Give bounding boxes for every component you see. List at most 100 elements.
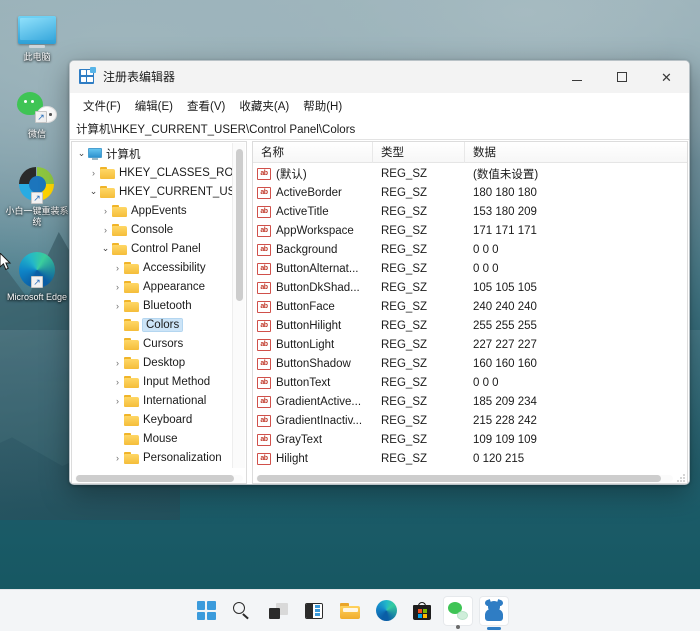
- tree-node[interactable]: ⌄计算机: [72, 144, 232, 163]
- tree-node[interactable]: ›Accessibility: [72, 258, 232, 277]
- menu-item-view[interactable]: 查看(V): [180, 95, 232, 117]
- column-header-type[interactable]: 类型: [373, 142, 465, 163]
- tree-node[interactable]: Keyboard: [72, 410, 232, 429]
- registry-editor-window[interactable]: 注册表编辑器 ✕ 文件(F) 编辑(E) 查看(V) 收藏夹(A) 帮助(H) …: [69, 60, 690, 485]
- folder-icon: [100, 186, 115, 198]
- chevron-right-icon[interactable]: ›: [111, 372, 124, 391]
- table-row[interactable]: abButtonAlternat...REG_SZ0 0 0: [253, 259, 687, 278]
- window-titlebar[interactable]: 注册表编辑器 ✕: [70, 61, 689, 93]
- windows-start-icon: [197, 601, 216, 620]
- desktop-icon-wechat[interactable]: ↗ 微信: [0, 85, 74, 140]
- table-row[interactable]: abButtonTextREG_SZ0 0 0: [253, 373, 687, 392]
- taskbar-item-search[interactable]: [227, 596, 257, 626]
- chevron-right-icon[interactable]: ›: [111, 391, 124, 410]
- cell-type: REG_SZ: [380, 320, 472, 332]
- table-row[interactable]: abGradientActive...REG_SZ185 209 234: [253, 392, 687, 411]
- maximize-button[interactable]: [599, 61, 644, 93]
- tree-line: [111, 429, 124, 448]
- table-row[interactable]: abActiveBorderREG_SZ180 180 180: [253, 183, 687, 202]
- tree-node[interactable]: ›Appearance: [72, 277, 232, 296]
- cell-data: 105 105 105: [472, 282, 687, 294]
- cell-name: ButtonLight: [276, 339, 380, 351]
- taskbar-item-microsoft-edge[interactable]: [371, 596, 401, 626]
- tree-node[interactable]: ›Desktop: [72, 353, 232, 372]
- table-row[interactable]: abHilightREG_SZ0 120 215: [253, 449, 687, 468]
- string-value-icon: ab: [257, 358, 271, 370]
- table-row[interactable]: abActiveTitleREG_SZ153 180 209: [253, 202, 687, 221]
- table-row[interactable]: abButtonLightREG_SZ227 227 227: [253, 335, 687, 354]
- registry-tree-pane[interactable]: ⌄计算机›HKEY_CLASSES_ROOT⌄HKEY_CURRENT_USER…: [71, 141, 247, 484]
- taskbar-item-registry-editor[interactable]: [479, 596, 509, 626]
- chevron-right-icon[interactable]: ›: [111, 277, 124, 296]
- tree-node[interactable]: ›Input Method: [72, 372, 232, 391]
- cell-name: (默认): [276, 166, 380, 182]
- column-header-data[interactable]: 数据: [465, 142, 687, 163]
- tree-node[interactable]: ›Personalization: [72, 448, 232, 467]
- address-bar[interactable]: 计算机\HKEY_CURRENT_USER\Control Panel\Colo…: [70, 119, 689, 140]
- table-row[interactable]: abButtonHilightREG_SZ255 255 255: [253, 316, 687, 335]
- computer-icon: [88, 148, 102, 160]
- table-row[interactable]: abButtonFaceREG_SZ240 240 240: [253, 297, 687, 316]
- menu-item-edit[interactable]: 编辑(E): [128, 95, 180, 117]
- tree-node[interactable]: ›AppEvents: [72, 201, 232, 220]
- tree-node[interactable]: ⌄HKEY_CURRENT_USER: [72, 182, 232, 201]
- content-panes: ⌄计算机›HKEY_CLASSES_ROOT⌄HKEY_CURRENT_USER…: [70, 140, 689, 484]
- desktop-icon-this-pc[interactable]: 此电脑: [0, 8, 74, 63]
- desktop-icon-xiaobai-reinstall[interactable]: ↗ 小白一键重装系统: [0, 162, 74, 228]
- taskbar-item-file-explorer[interactable]: [335, 596, 365, 626]
- tree-horizontal-scrollbar[interactable]: [72, 469, 246, 483]
- cell-name: ActiveBorder: [276, 187, 380, 199]
- chevron-down-icon[interactable]: ⌄: [87, 182, 100, 201]
- tree-node[interactable]: Mouse: [72, 429, 232, 448]
- desktop[interactable]: 此电脑 ↗ 微信 ↗ 小白一键重装系统 ↗: [0, 0, 700, 631]
- chevron-right-icon[interactable]: ›: [111, 448, 124, 467]
- tree-scrollbar-thumb[interactable]: [236, 149, 243, 301]
- tree-node[interactable]: ⌄Control Panel: [72, 239, 232, 258]
- menu-item-file[interactable]: 文件(F): [76, 95, 128, 117]
- folder-icon: [124, 433, 139, 445]
- chevron-down-icon[interactable]: ⌄: [99, 239, 112, 258]
- table-row[interactable]: abGrayTextREG_SZ109 109 109: [253, 430, 687, 449]
- tree-node[interactable]: ›Console: [72, 220, 232, 239]
- tree-node[interactable]: ›HKEY_CLASSES_ROOT: [72, 163, 232, 182]
- tree-node[interactable]: Colors: [72, 315, 232, 334]
- menu-item-help[interactable]: 帮助(H): [296, 95, 349, 117]
- resize-grip[interactable]: [676, 473, 685, 482]
- tree-node[interactable]: › Bluetooth: [72, 296, 232, 315]
- cell-name: ButtonShadow: [276, 358, 380, 370]
- chevron-right-icon[interactable]: ›: [87, 163, 100, 182]
- registry-tree: ⌄计算机›HKEY_CLASSES_ROOT⌄HKEY_CURRENT_USER…: [72, 142, 232, 469]
- list-horizontal-scrollbar[interactable]: [253, 469, 687, 483]
- tree-node-label: Bluetooth: [143, 300, 192, 312]
- chevron-down-icon[interactable]: ⌄: [75, 144, 88, 163]
- taskbar-item-start[interactable]: [191, 596, 221, 626]
- registry-values-pane[interactable]: 名称 类型 数据 ab(默认)REG_SZ(数值未设置)ab ActiveBord…: [252, 141, 688, 484]
- chevron-right-icon[interactable]: ›: [99, 201, 112, 220]
- minimize-button[interactable]: [554, 61, 599, 93]
- taskbar-item-task-view[interactable]: [263, 596, 293, 626]
- table-row[interactable]: ab(默认)REG_SZ(数值未设置): [253, 164, 687, 183]
- tree-vertical-scrollbar[interactable]: [232, 143, 245, 468]
- chevron-right-icon[interactable]: ›: [99, 220, 112, 239]
- tree-node-label: Colors: [143, 319, 182, 331]
- menu-item-favorites[interactable]: 收藏夹(A): [232, 95, 296, 117]
- table-row[interactable]: abButtonDkShad...REG_SZ105 105 105: [253, 278, 687, 297]
- tree-node[interactable]: Cursors: [72, 334, 232, 353]
- chevron-right-icon[interactable]: ›: [111, 296, 124, 315]
- cell-type: REG_SZ: [380, 168, 472, 180]
- tree-node[interactable]: ›International: [72, 391, 232, 410]
- chevron-right-icon[interactable]: ›: [111, 353, 124, 372]
- table-row[interactable]: abAppWorkspaceREG_SZ171 171 171: [253, 221, 687, 240]
- column-header-name[interactable]: 名称: [253, 142, 373, 163]
- folder-icon: [124, 452, 139, 464]
- table-row[interactable]: abButtonShadowREG_SZ160 160 160: [253, 354, 687, 373]
- taskbar-item-wechat[interactable]: [443, 596, 473, 626]
- taskbar-item-widgets[interactable]: [299, 596, 329, 626]
- table-row[interactable]: abBackgroundREG_SZ0 0 0: [253, 240, 687, 259]
- table-row[interactable]: abGradientInactiv...REG_SZ215 228 242: [253, 411, 687, 430]
- taskbar-item-microsoft-store[interactable]: [407, 596, 437, 626]
- chevron-right-icon[interactable]: ›: [111, 258, 124, 277]
- close-button[interactable]: ✕: [644, 61, 689, 93]
- string-value-icon: ab: [257, 187, 271, 199]
- window-title: 注册表编辑器: [103, 68, 175, 85]
